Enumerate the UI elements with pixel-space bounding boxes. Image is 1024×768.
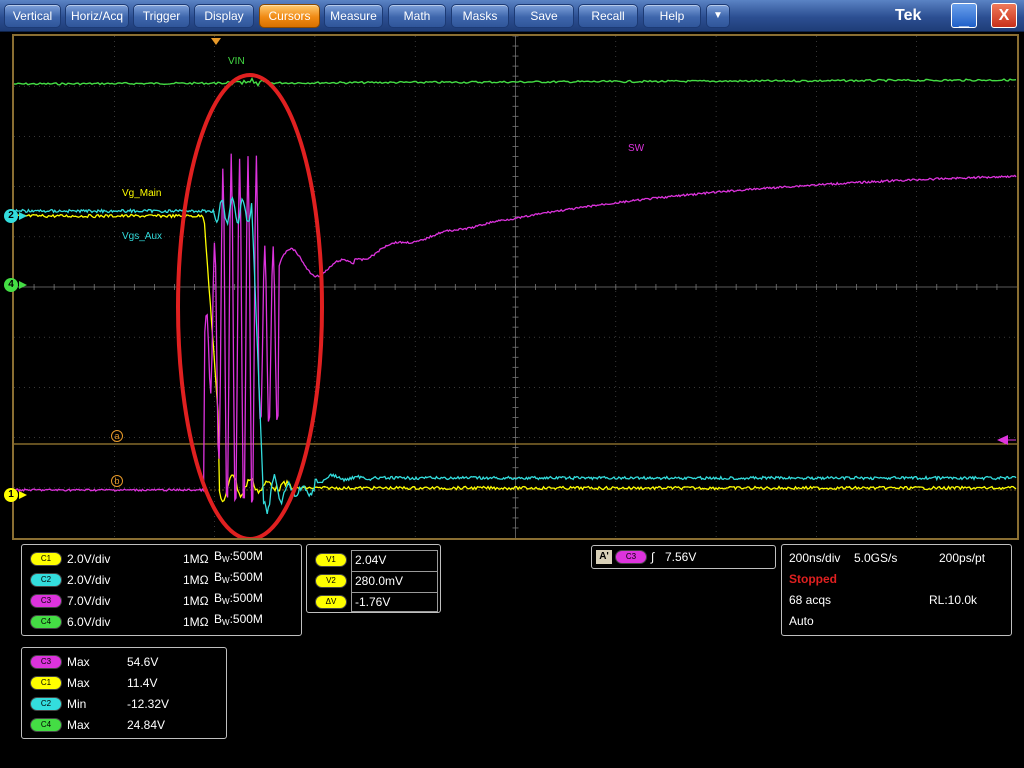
label-vg-main: Vg_Main bbox=[122, 188, 162, 199]
ch4-badge[interactable]: C4 bbox=[30, 615, 62, 629]
ch4-impedance: 1MΩ bbox=[183, 615, 209, 629]
ch2-ground-marker[interactable]: 2 bbox=[4, 209, 18, 223]
ch1-ground-marker[interactable]: 1 bbox=[4, 488, 18, 502]
trigger-level: 7.56V bbox=[665, 550, 697, 564]
meas1-badge[interactable]: C3 bbox=[30, 655, 62, 669]
ch4-ground-marker[interactable]: 4 bbox=[4, 278, 18, 292]
acquisition-status: Stopped bbox=[789, 572, 837, 586]
cursor-delta-value: -1.76V bbox=[355, 595, 391, 609]
timebase: 200ns/div bbox=[789, 551, 841, 565]
menu-cursors-button[interactable]: Cursors bbox=[259, 4, 320, 28]
cursor-delta-badge: ΔV bbox=[315, 595, 347, 609]
ch1-bandwidth: BW:500M bbox=[214, 549, 263, 564]
meas4-badge[interactable]: C4 bbox=[30, 718, 62, 732]
menu-more-button[interactable]: ▼ bbox=[706, 4, 730, 28]
ch3-badge[interactable]: C3 bbox=[30, 594, 62, 608]
meas3-type: Min bbox=[67, 697, 87, 711]
minimize-button[interactable]: _ bbox=[951, 3, 977, 29]
meas1-type: Max bbox=[67, 655, 90, 669]
cursor-v2-badge: V2 bbox=[315, 574, 347, 588]
menu-vertical-button[interactable]: Vertical bbox=[4, 4, 61, 28]
cursor-v1-value: 2.04V bbox=[355, 553, 387, 567]
minimize-icon: _ bbox=[958, 9, 969, 29]
trigger-readout-panel[interactable]: A' C3 ∫ 7.56V bbox=[591, 545, 776, 569]
record-length: RL:10.0k bbox=[929, 593, 978, 607]
ch2-impedance: 1MΩ bbox=[183, 573, 209, 587]
menu-measure-button[interactable]: Measure bbox=[324, 4, 383, 28]
meas3-value: -12.32V bbox=[127, 697, 170, 711]
trigger-mode-badge: A' bbox=[596, 550, 612, 564]
measurements-panel[interactable]: C3 Max 54.6V C1 Max 11.4V C2 Min -12.32V… bbox=[21, 647, 227, 739]
cursor-b-marker[interactable]: b bbox=[111, 475, 123, 487]
waveform-canvas bbox=[14, 36, 1017, 538]
menu-display-button[interactable]: Display bbox=[194, 4, 254, 28]
meas4-type: Max bbox=[67, 718, 90, 732]
sample-rate: 5.0GS/s bbox=[854, 551, 898, 565]
ch3-impedance: 1MΩ bbox=[183, 594, 209, 608]
ch2-bandwidth: BW:500M bbox=[214, 570, 263, 585]
trigger-position-marker[interactable] bbox=[211, 38, 221, 45]
waveform-display[interactable]: VIN SW Vg_Main Vgs_Aux a b bbox=[12, 34, 1019, 540]
menu-math-button[interactable]: Math bbox=[388, 4, 446, 28]
menu-horiz-acq-button[interactable]: Horiz/Acq bbox=[65, 4, 129, 28]
menu-help-button[interactable]: Help bbox=[643, 4, 701, 28]
meas1-value: 54.6V bbox=[127, 655, 159, 669]
ch1-badge[interactable]: C1 bbox=[30, 552, 62, 566]
menu-masks-button[interactable]: Masks bbox=[451, 4, 509, 28]
label-sw: SW bbox=[628, 143, 645, 154]
acquisition-panel[interactable]: 200ns/div 5.0GS/s 200ps/pt Stopped 68 ac… bbox=[781, 544, 1012, 636]
meas2-badge[interactable]: C1 bbox=[30, 676, 62, 690]
ch2-badge[interactable]: C2 bbox=[30, 573, 62, 587]
ground-marker-arrows bbox=[19, 212, 27, 499]
meas2-value: 11.4V bbox=[127, 676, 158, 690]
trigger-mode: Auto bbox=[789, 614, 814, 628]
channel-settings-panel[interactable]: C1 2.0V/div 1MΩ BW:500M C2 2.0V/div 1MΩ … bbox=[21, 544, 302, 636]
meas3-badge[interactable]: C2 bbox=[30, 697, 62, 711]
acquisition-count: 68 acqs bbox=[789, 593, 832, 607]
close-button[interactable]: X bbox=[991, 3, 1017, 28]
menu-trigger-button[interactable]: Trigger bbox=[133, 4, 190, 28]
ch4-bandwidth: BW:500M bbox=[214, 612, 263, 627]
cursor-readout-panel[interactable]: V1 2.04V V2 280.0mV ΔV -1.76V bbox=[306, 544, 441, 613]
ch4-scale: 6.0V/div bbox=[67, 615, 111, 629]
ch2-scale: 2.0V/div bbox=[67, 573, 111, 587]
menu-recall-button[interactable]: Recall bbox=[578, 4, 638, 28]
menu-bar: Vertical Horiz/Acq Trigger Display Curso… bbox=[0, 0, 1024, 32]
menu-save-button[interactable]: Save bbox=[514, 4, 574, 28]
meas4-value: 24.84V bbox=[127, 718, 166, 732]
cursor-v1-badge: V1 bbox=[315, 553, 347, 567]
trigger-source-badge: C3 bbox=[615, 550, 647, 564]
tek-logo: Tek bbox=[895, 7, 922, 24]
close-icon: X bbox=[998, 7, 1010, 24]
ch3-bandwidth: BW:500M bbox=[214, 591, 263, 606]
cursor-a-marker[interactable]: a bbox=[111, 430, 123, 442]
graticule bbox=[14, 36, 1017, 538]
meas2-type: Max bbox=[67, 676, 90, 690]
rising-edge-icon: ∫ bbox=[651, 550, 655, 564]
label-vgs-aux: Vgs_Aux bbox=[122, 231, 163, 242]
ch1-impedance: 1MΩ bbox=[183, 552, 209, 566]
ch1-scale: 2.0V/div bbox=[67, 552, 111, 566]
label-vin: VIN bbox=[228, 56, 245, 67]
resolution: 200ps/pt bbox=[939, 551, 986, 565]
ch3-scale: 7.0V/div bbox=[67, 594, 111, 608]
cursor-v2-value: 280.0mV bbox=[355, 574, 404, 588]
